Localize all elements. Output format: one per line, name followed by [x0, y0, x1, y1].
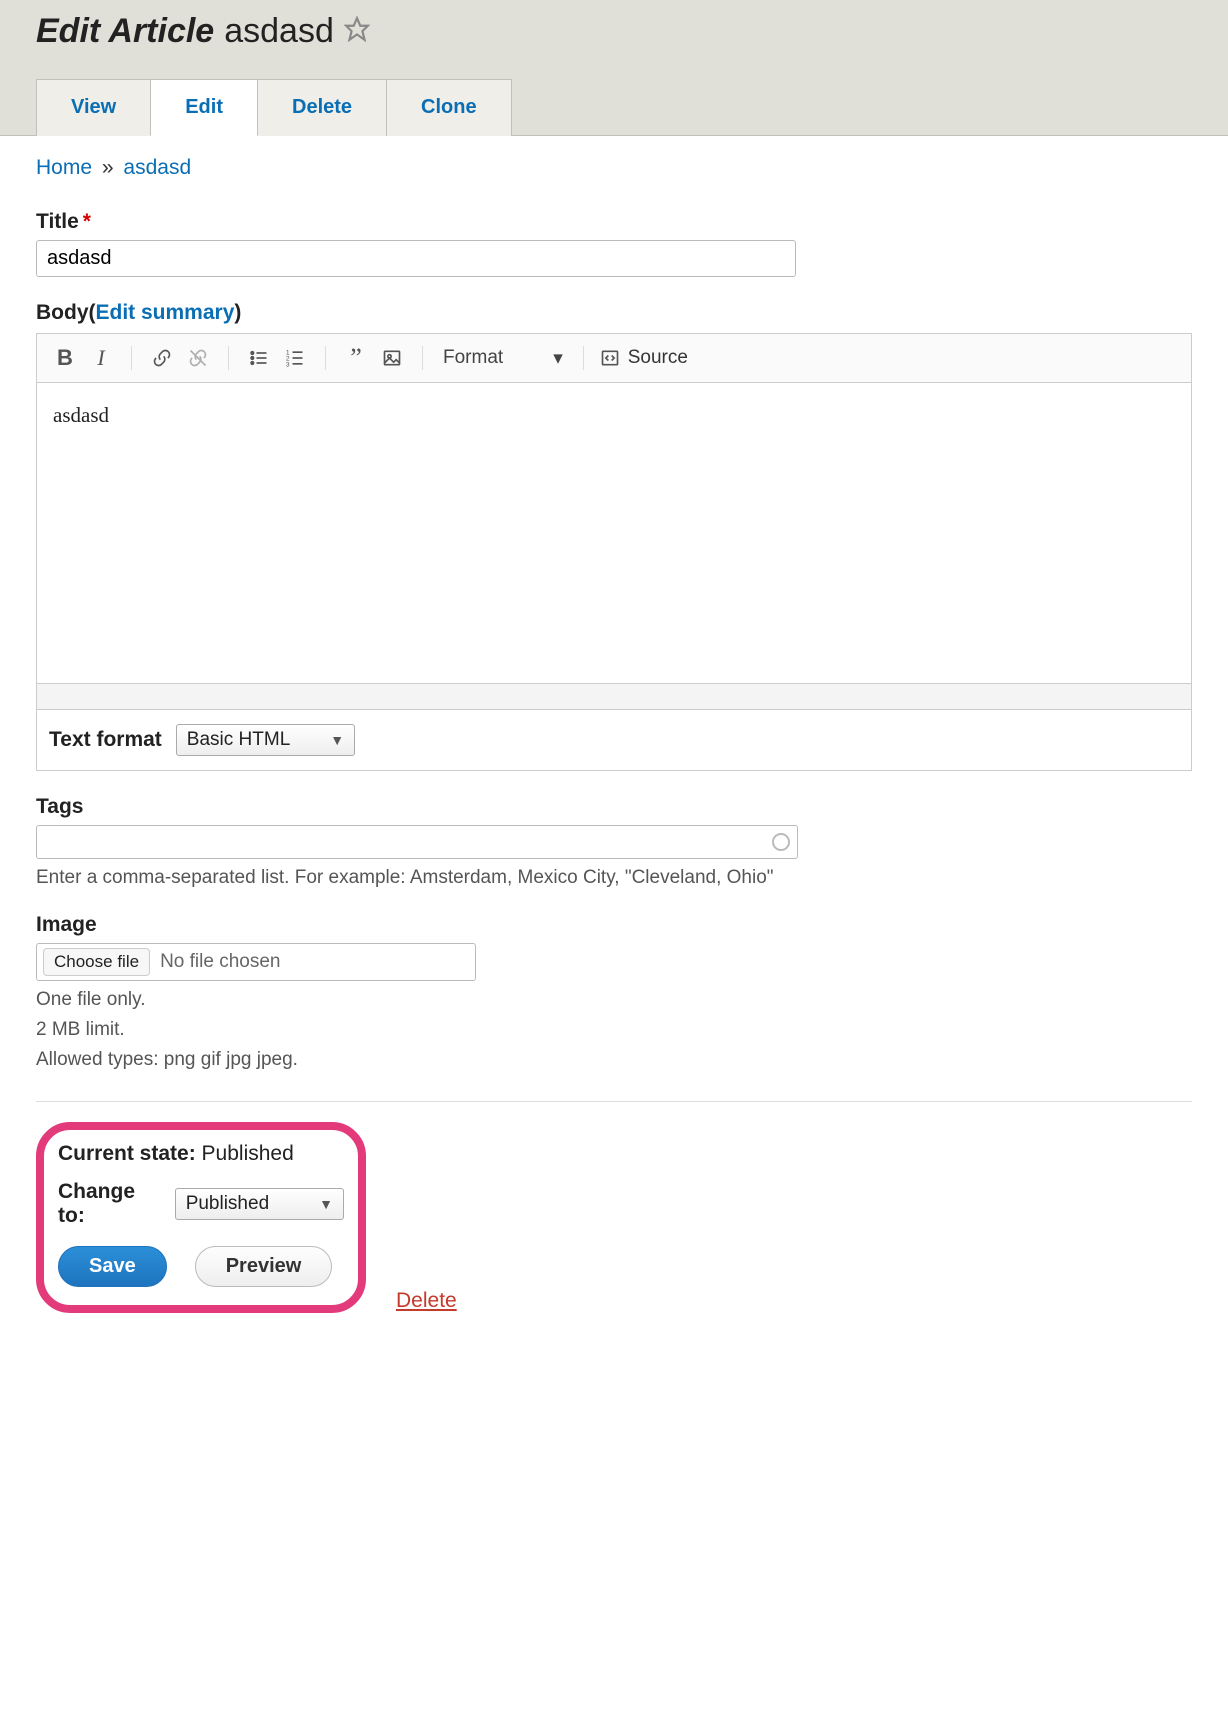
tags-help: Enter a comma-separated list. For exampl…: [36, 867, 1192, 889]
image-hint-1: One file only.: [36, 989, 1192, 1011]
tab-delete[interactable]: Delete: [257, 79, 387, 136]
file-input-row[interactable]: Choose file No file chosen: [36, 943, 476, 981]
source-label: Source: [628, 347, 688, 369]
preview-button[interactable]: Preview: [195, 1246, 333, 1287]
tab-view[interactable]: View: [36, 79, 151, 136]
image-hint-2: 2 MB limit.: [36, 1019, 1192, 1041]
image-label: Image: [36, 913, 97, 937]
svg-text:3: 3: [286, 361, 290, 368]
tab-edit[interactable]: Edit: [150, 79, 258, 136]
body-field: Body ( Edit summary ) B I: [36, 301, 1192, 771]
chevron-down-icon: ▾: [553, 347, 563, 370]
toolbar-separator: [228, 346, 229, 370]
paren-close: ): [234, 301, 241, 325]
image-button[interactable]: [378, 344, 406, 372]
current-state-value: Published: [202, 1142, 294, 1165]
paren-open: (: [89, 301, 96, 325]
breadcrumb-home[interactable]: Home: [36, 156, 92, 179]
tags-label: Tags: [36, 795, 83, 819]
required-mark: *: [83, 210, 91, 234]
file-status: No file chosen: [160, 951, 280, 973]
numbered-list-button[interactable]: 123: [281, 344, 309, 372]
chevron-down-icon: ▼: [330, 732, 344, 748]
page-title-name: asdasd: [224, 12, 334, 51]
edit-summary-link[interactable]: Edit summary: [96, 301, 235, 325]
save-button[interactable]: Save: [58, 1246, 167, 1287]
editor-statusbar: [37, 683, 1191, 709]
wysiwyg-editor: B I 123 ”: [36, 333, 1192, 710]
image-hint-3: Allowed types: png gif jpg jpeg.: [36, 1049, 1192, 1071]
editor-content[interactable]: asdasd: [37, 383, 1191, 683]
star-icon[interactable]: [344, 12, 370, 51]
text-format-selected: Basic HTML: [187, 729, 290, 751]
moderation-highlight-box: Current state: Published Change to: Publ…: [36, 1122, 366, 1313]
title-field: Title *: [36, 210, 1192, 277]
text-format-select[interactable]: Basic HTML ▼: [176, 724, 355, 756]
body-label: Body: [36, 301, 89, 325]
chevron-down-icon: ▼: [319, 1196, 333, 1212]
title-input[interactable]: [36, 240, 796, 277]
text-format-label: Text format: [49, 728, 162, 752]
toolbar-separator: [131, 346, 132, 370]
breadcrumb-sep: »: [102, 156, 114, 179]
bold-button[interactable]: B: [51, 344, 79, 372]
tab-clone[interactable]: Clone: [386, 79, 512, 136]
change-to-row: Change to: Published ▼: [58, 1180, 344, 1228]
header-region: Edit Article asdasd View Edit Delete Clo…: [0, 0, 1228, 136]
source-button[interactable]: Source: [600, 347, 688, 369]
unlink-button[interactable]: [184, 344, 212, 372]
page-title: Edit Article asdasd: [36, 12, 1192, 51]
divider: [36, 1101, 1192, 1102]
tags-field: Tags Enter a comma-separated list. For e…: [36, 795, 1192, 889]
change-to-label: Change to:: [58, 1180, 163, 1228]
image-field: Image Choose file No file chosen One fil…: [36, 913, 1192, 1071]
change-to-selected: Published: [186, 1193, 269, 1215]
breadcrumb: Home » asdasd: [36, 156, 1192, 180]
action-buttons: Save Preview: [58, 1246, 344, 1287]
page-title-prefix: Edit Article: [36, 12, 214, 51]
breadcrumb-current[interactable]: asdasd: [123, 156, 191, 179]
autocomplete-spinner-icon: [772, 833, 790, 851]
change-to-select[interactable]: Published ▼: [175, 1188, 344, 1220]
title-label: Title: [36, 210, 79, 234]
format-select-label: Format: [443, 347, 503, 369]
link-button[interactable]: [148, 344, 176, 372]
editor-toolbar: B I 123 ”: [37, 334, 1191, 383]
toolbar-separator: [422, 346, 423, 370]
italic-button[interactable]: I: [87, 344, 115, 372]
current-state-line: Current state: Published: [58, 1142, 344, 1166]
current-state-label: Current state:: [58, 1142, 196, 1165]
bullet-list-button[interactable]: [245, 344, 273, 372]
tabs: View Edit Delete Clone: [36, 79, 1192, 135]
toolbar-separator: [583, 346, 584, 370]
format-select[interactable]: Format ▾: [439, 345, 567, 372]
delete-link[interactable]: Delete: [396, 1289, 457, 1313]
content-region: Home » asdasd Title * Body ( Edit summar…: [0, 136, 1228, 1353]
blockquote-button[interactable]: ”: [342, 344, 370, 372]
choose-file-button[interactable]: Choose file: [43, 948, 150, 976]
toolbar-separator: [325, 346, 326, 370]
text-format-row: Text format Basic HTML ▼: [36, 709, 1192, 771]
tags-input[interactable]: [36, 825, 798, 859]
